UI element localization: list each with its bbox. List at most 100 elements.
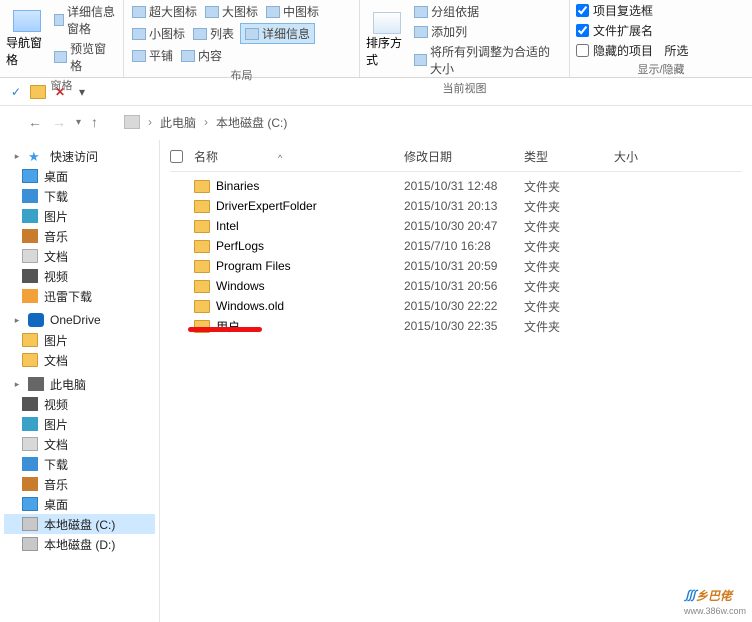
- red-annotation-line: [188, 327, 262, 332]
- sidebar-pc-videos[interactable]: 视频: [4, 394, 155, 414]
- col-type[interactable]: 类型: [524, 148, 614, 165]
- sidebar-od-pictures[interactable]: 图片: [4, 330, 155, 350]
- file-type: 文件夹: [524, 178, 614, 195]
- table-row[interactable]: Program Files2015/10/31 20:59文件夹: [170, 256, 742, 276]
- table-row[interactable]: PerfLogs2015/7/10 16:28文件夹: [170, 236, 742, 256]
- back-button[interactable]: ←: [28, 114, 42, 130]
- ribbon-group-show-hide: 项目复选框 文件扩展名 隐藏的项目 所选 显示/隐藏: [570, 0, 752, 77]
- sidebar-drive-c[interactable]: 本地磁盘 (C:): [4, 514, 155, 534]
- sidebar-drive-d[interactable]: 本地磁盘 (D:): [4, 534, 155, 554]
- video-icon: [22, 397, 38, 411]
- col-size[interactable]: 大小: [614, 148, 674, 165]
- crumb-drive[interactable]: 本地磁盘 (C:): [216, 114, 287, 131]
- desktop-icon: [22, 169, 38, 183]
- select-all-checkbox[interactable]: [170, 150, 183, 163]
- view-tiles[interactable]: 平铺: [130, 46, 175, 65]
- sort-button[interactable]: 排序方式: [366, 12, 408, 68]
- details-pane-button[interactable]: 详细信息窗格: [52, 2, 117, 38]
- file-ext-toggle[interactable]: 文件扩展名: [576, 22, 746, 39]
- table-row[interactable]: Intel2015/10/30 20:47文件夹: [170, 216, 742, 236]
- up-button[interactable]: ↑: [91, 114, 98, 130]
- sidebar-pc-downloads[interactable]: 下载: [4, 454, 155, 474]
- file-type: 文件夹: [524, 218, 614, 235]
- sidebar-documents[interactable]: 文档: [4, 246, 155, 266]
- details-icon: [245, 28, 259, 40]
- sidebar-pictures[interactable]: 图片: [4, 206, 155, 226]
- sidebar-this-pc[interactable]: ▸此电脑: [4, 374, 155, 394]
- chevron-right-icon[interactable]: ›: [204, 115, 208, 129]
- group-icon: [414, 6, 428, 18]
- dropdown-icon[interactable]: ▾: [74, 84, 90, 100]
- pc-icon: [124, 115, 140, 129]
- file-date: 2015/10/30 22:35: [404, 319, 524, 333]
- table-row[interactable]: Windows2015/10/31 20:56文件夹: [170, 276, 742, 296]
- crumb-pc[interactable]: 此电脑: [160, 114, 196, 131]
- folder-icon: [22, 333, 38, 347]
- folder-icon: [194, 260, 210, 273]
- list-icon: [193, 28, 207, 40]
- sidebar-od-docs[interactable]: 文档: [4, 350, 155, 370]
- sort-indicator-icon: ^: [278, 153, 282, 163]
- add-column-button[interactable]: 添加列: [412, 22, 563, 41]
- chevron-right-icon[interactable]: ›: [148, 115, 152, 129]
- view-content[interactable]: 内容: [179, 46, 224, 65]
- preview-pane-button[interactable]: 预览窗格: [52, 39, 117, 75]
- sidebar-music[interactable]: 音乐: [4, 226, 155, 246]
- close-icon[interactable]: ✕: [52, 84, 68, 100]
- pictures-icon: [22, 417, 38, 431]
- sidebar-pc-pictures[interactable]: 图片: [4, 414, 155, 434]
- folder-icon[interactable]: [30, 85, 46, 99]
- ribbon: 导航窗格 详细信息窗格 预览窗格 窗格 超大图标 大图标 中图标 小图标 列表 …: [0, 0, 752, 78]
- view-xl-icons[interactable]: 超大图标: [130, 2, 199, 21]
- col-name[interactable]: 名称^: [194, 148, 404, 165]
- forward-button[interactable]: →: [52, 114, 66, 130]
- table-row[interactable]: 用户2015/10/30 22:35文件夹: [170, 316, 742, 336]
- view-large-icons[interactable]: 大图标: [203, 2, 260, 21]
- ribbon-group-label: 布局: [130, 65, 353, 84]
- nav-row: ← → ▾ ↑ › 此电脑 › 本地磁盘 (C:): [0, 106, 752, 140]
- check-icon[interactable]: ✓: [8, 84, 24, 100]
- sidebar-quick-access[interactable]: ▸★快速访问: [4, 146, 155, 166]
- table-row[interactable]: Binaries2015/10/31 12:48文件夹: [170, 176, 742, 196]
- table-row[interactable]: DriverExpertFolder2015/10/31 20:13文件夹: [170, 196, 742, 216]
- content-icon: [181, 50, 195, 62]
- xl-icons-icon: [132, 6, 146, 18]
- sidebar-onedrive[interactable]: ▸OneDrive: [4, 310, 155, 330]
- folder-icon: [194, 280, 210, 293]
- watermark-logo-icon: ∭: [684, 589, 696, 603]
- view-small-icons[interactable]: 小图标: [130, 24, 187, 43]
- view-medium-icons[interactable]: 中图标: [264, 2, 321, 21]
- file-type: 文件夹: [524, 238, 614, 255]
- group-by-button[interactable]: 分组依据: [412, 2, 563, 21]
- sidebar-pc-music[interactable]: 音乐: [4, 474, 155, 494]
- hidden-items-toggle[interactable]: 隐藏的项目 所选: [576, 42, 746, 59]
- view-list[interactable]: 列表: [191, 24, 236, 43]
- nav-pane-button[interactable]: 导航窗格: [6, 10, 48, 68]
- sidebar-pc-desktop[interactable]: 桌面: [4, 494, 155, 514]
- column-headers: 名称^ 修改日期 类型 大小: [170, 144, 742, 172]
- col-date[interactable]: 修改日期: [404, 148, 524, 165]
- sidebar: ▸★快速访问 桌面 下载 图片 音乐 文档 视频 迅雷下载 ▸OneDrive …: [0, 140, 160, 622]
- item-checkboxes-toggle[interactable]: 项目复选框: [576, 2, 746, 19]
- sidebar-desktop[interactable]: 桌面: [4, 166, 155, 186]
- doc-icon: [22, 437, 38, 451]
- recent-dropdown[interactable]: ▾: [76, 117, 81, 128]
- fit-columns-button[interactable]: 将所有列调整为合适的大小: [412, 42, 563, 78]
- medium-icons-icon: [266, 6, 280, 18]
- sidebar-thunder[interactable]: 迅雷下载: [4, 286, 155, 306]
- add-col-icon: [414, 26, 428, 38]
- sidebar-downloads[interactable]: 下载: [4, 186, 155, 206]
- view-details[interactable]: 详细信息: [240, 23, 315, 44]
- drive-icon: [22, 517, 38, 531]
- tiles-icon: [132, 50, 146, 62]
- file-name: Windows: [216, 279, 265, 293]
- sidebar-pc-documents[interactable]: 文档: [4, 434, 155, 454]
- ribbon-group-layout: 超大图标 大图标 中图标 小图标 列表 详细信息 平铺 内容 布局: [124, 0, 360, 77]
- preview-pane-icon: [54, 51, 67, 63]
- file-name: Intel: [216, 219, 239, 233]
- file-name: DriverExpertFolder: [216, 199, 317, 213]
- download-icon: [22, 457, 38, 471]
- table-row[interactable]: Windows.old2015/10/30 22:22文件夹: [170, 296, 742, 316]
- sidebar-videos[interactable]: 视频: [4, 266, 155, 286]
- ribbon-group-panes: 导航窗格 详细信息窗格 预览窗格 窗格: [0, 0, 124, 77]
